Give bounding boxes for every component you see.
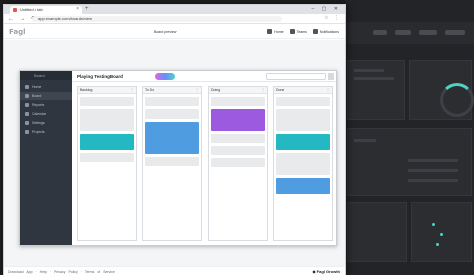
sidebar-item[interactable]: Calendar xyxy=(20,110,72,118)
board-card[interactable] xyxy=(276,97,330,106)
background-panel xyxy=(347,60,405,120)
close-tab-icon[interactable]: × xyxy=(76,6,79,12)
nav-notifications[interactable]: Notifications xyxy=(312,29,339,34)
background-panel xyxy=(409,60,474,120)
column-menu-icon[interactable]: ⋮ xyxy=(261,87,265,92)
sidebar-item-label: Projects xyxy=(32,130,45,134)
background-panel xyxy=(411,202,472,262)
board-card[interactable] xyxy=(211,158,265,167)
sidebar-item-icon xyxy=(25,121,29,125)
extensions-icons[interactable]: ☆ ⋮ xyxy=(324,15,341,21)
browser-window: Untitled • tab × + – ▢ ✕ ← → ⟳ app.examp… xyxy=(3,4,346,275)
board-topbar: Playing TestingBoard xyxy=(72,71,336,82)
background-panel xyxy=(347,202,407,262)
column-menu-icon[interactable]: ⋮ xyxy=(130,87,134,92)
column-title: Done xyxy=(276,88,285,92)
column-title: Backlog xyxy=(80,88,93,92)
browser-tab[interactable]: Untitled • tab × xyxy=(10,6,82,14)
header-center-label: Board preview xyxy=(154,30,177,34)
board-card[interactable] xyxy=(276,109,330,131)
board-sidebar: Board Home Board Reports Calendar Settings Pr… xyxy=(20,71,72,245)
member-avatars[interactable] xyxy=(155,73,175,80)
sidebar-item-label: Calendar xyxy=(32,112,47,116)
board-card[interactable] xyxy=(145,122,199,154)
home-icon xyxy=(267,29,273,34)
board-column: Backlog ⋮ xyxy=(77,86,137,241)
sidebar-item-icon xyxy=(25,94,29,98)
board-card[interactable] xyxy=(276,134,330,150)
board-card[interactable] xyxy=(211,97,265,106)
sidebar-item[interactable]: Home xyxy=(20,83,72,91)
board-title: Playing TestingBoard xyxy=(77,74,123,79)
column-menu-icon[interactable]: ⋮ xyxy=(195,87,199,92)
column-header: Backlog ⋮ xyxy=(78,87,136,94)
header-nav: Home Teams Notifications xyxy=(267,29,339,34)
sidebar-item-label: Reports xyxy=(32,103,45,107)
background-topbar xyxy=(345,22,474,44)
board-card[interactable] xyxy=(80,97,134,106)
sidebar-item-icon xyxy=(25,103,29,107)
main-content: Board Home Board Reports Calendar Settings Pr… xyxy=(4,40,345,266)
column-menu-icon[interactable]: ⋮ xyxy=(326,87,330,92)
app-header: Fagl Board preview Home Teams Notificati… xyxy=(4,25,345,39)
window-controls[interactable]: – ▢ ✕ xyxy=(312,6,341,12)
column-header: To Do ⋮ xyxy=(143,87,201,94)
board-column: Doing ⋮ xyxy=(208,86,268,241)
gauge-chart xyxy=(440,83,474,117)
column-title: Doing xyxy=(211,88,221,92)
column-title: To Do xyxy=(145,88,155,92)
sidebar-item-label: Settings xyxy=(32,121,45,125)
board-card[interactable] xyxy=(80,153,134,162)
bell-icon xyxy=(312,29,318,34)
favicon-icon xyxy=(13,8,17,12)
board-card[interactable] xyxy=(276,153,330,175)
footer: Download App · Help · Privacy Policy · T… xyxy=(4,266,345,275)
sidebar-item[interactable]: Board xyxy=(20,92,72,100)
background-dashboard xyxy=(345,0,474,275)
sidebar-item-label: Home xyxy=(32,85,42,89)
board-card[interactable] xyxy=(211,134,265,143)
board-preview: Board Home Board Reports Calendar Settings Pr… xyxy=(19,70,337,246)
board-card[interactable] xyxy=(145,157,199,166)
board-card[interactable] xyxy=(276,178,330,194)
board-card[interactable] xyxy=(80,109,134,131)
url-field[interactable]: app.example.com/boards/view xyxy=(32,16,282,22)
nav-home[interactable]: Home xyxy=(267,29,284,34)
board-card[interactable] xyxy=(145,97,199,106)
app-logo[interactable]: Fagl xyxy=(9,28,26,36)
sidebar-item-icon xyxy=(25,112,29,116)
sidebar-item-label: Board xyxy=(32,94,42,98)
sidebar-item[interactable]: Projects xyxy=(20,128,72,136)
print-icon[interactable] xyxy=(328,73,334,80)
footer-links[interactable]: Download App · Help · Privacy Policy · T… xyxy=(8,270,115,274)
desktop: Untitled • tab × + – ▢ ✕ ← → ⟳ app.examp… xyxy=(0,0,474,275)
address-bar: ← → ⟳ app.example.com/boards/view ☆ ⋮ xyxy=(4,14,345,24)
board-column: To Do ⋮ xyxy=(142,86,202,241)
nav-teams[interactable]: Teams xyxy=(289,29,307,34)
board-card[interactable] xyxy=(211,109,265,131)
board-card[interactable] xyxy=(145,109,199,119)
board-card[interactable] xyxy=(211,146,265,155)
sidebar-brand: Board xyxy=(20,71,72,80)
background-panel xyxy=(347,128,472,196)
url-text: app.example.com/boards/view xyxy=(38,16,93,21)
footer-brand: ◆ Fagl Growth xyxy=(312,269,340,274)
team-icon xyxy=(289,29,295,34)
tab-title: Untitled • tab xyxy=(20,7,43,12)
sidebar-item[interactable]: Reports xyxy=(20,101,72,109)
column-header: Done ⋮ xyxy=(274,87,332,94)
board-column: Done ⋮ xyxy=(273,86,333,241)
sidebar-item-icon xyxy=(25,130,29,134)
tab-bar: Untitled • tab × + – ▢ ✕ xyxy=(4,5,345,14)
sidebar-item[interactable]: Settings xyxy=(20,119,72,127)
board-card[interactable] xyxy=(80,134,134,150)
column-header: Doing ⋮ xyxy=(209,87,267,94)
new-tab-button[interactable]: + xyxy=(85,6,89,12)
board-search-input[interactable] xyxy=(266,73,326,80)
sidebar-item-icon xyxy=(25,85,29,89)
